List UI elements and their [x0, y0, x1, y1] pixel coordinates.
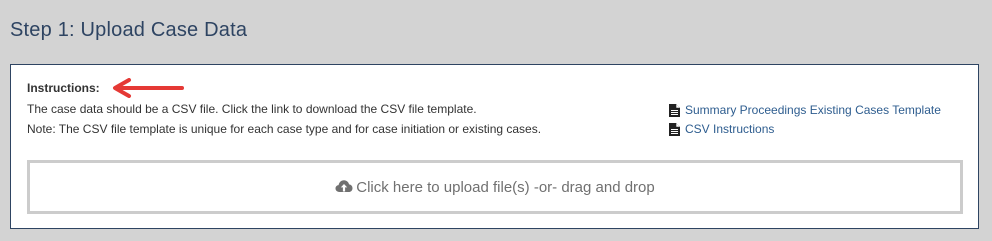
csv-instructions-link-label[interactable]: CSV Instructions: [685, 122, 774, 136]
cloud-upload-icon: [335, 180, 353, 192]
page: Step 1: Upload Case Data Instructions: T…: [0, 0, 992, 241]
document-icon: [669, 103, 680, 117]
instructions-label: Instructions:: [27, 81, 100, 95]
file-upload-dropzone[interactable]: Click here to upload file(s) -or- drag a…: [27, 160, 963, 214]
upload-panel: Instructions: The case data should be a …: [10, 64, 979, 229]
template-download-link-label[interactable]: Summary Proceedings Existing Cases Templ…: [685, 103, 941, 117]
csv-instructions-link[interactable]: CSV Instructions: [669, 122, 774, 136]
page-title: Step 1: Upload Case Data: [10, 19, 248, 41]
dropzone-label: Click here to upload file(s) -or- drag a…: [356, 178, 655, 196]
document-icon: [669, 122, 680, 136]
instructions-line-2: Note: The CSV file template is unique fo…: [27, 122, 542, 136]
annotation-arrow-icon: [113, 78, 184, 98]
template-download-link[interactable]: Summary Proceedings Existing Cases Templ…: [669, 103, 941, 117]
instructions-line-1: The case data should be a CSV file. Clic…: [27, 102, 477, 116]
